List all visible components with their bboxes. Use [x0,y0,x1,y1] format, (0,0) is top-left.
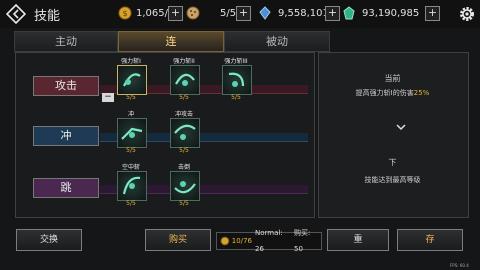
air-slash-icon [122,176,141,195]
cookie-icon [186,6,200,20]
knockdown-icon [174,181,196,194]
category-dash: 冲 [33,126,99,146]
reset-button[interactable]: 重 [327,229,389,251]
add-crystal-button[interactable]: + [325,6,340,21]
skill-point-count: 10/76 [231,237,252,245]
skill-count: 5/5 [179,147,189,154]
page-title: 技能 [34,9,61,24]
fps-counter: FPS: 60.4 [450,263,469,268]
skill-slot-air-slash[interactable] [117,171,147,201]
buy-count: 购买: 50 [294,229,311,253]
resource-crystal-value: 9,558,101 [278,7,329,19]
current-effect-value: 25% [413,89,430,97]
tab-active[interactable]: 主动 [14,31,118,52]
skill-slot-power-slash-2[interactable] [170,65,200,95]
skill-count: 5/5 [231,94,241,101]
skill-slot-power-slash-3[interactable] [222,65,252,95]
back-diamond-icon [5,3,27,25]
resource-gem: 93,190,985 [342,4,419,22]
skill-count: 5/5 [126,147,136,154]
skill-point-status: 10/76 Normal: 26 购买: 50 [216,229,322,253]
slash-icon [123,73,141,87]
current-level-label: 当前 [384,74,401,83]
save-button[interactable]: 存 [397,229,463,251]
skill-point-icon [220,236,230,246]
dash-attack-icon [174,124,196,140]
skill-name: 强力斩I [121,58,141,65]
tab-passive[interactable]: 被动 [224,31,330,52]
skill-name: 强力斩III [224,58,248,65]
dash-icon [121,127,143,140]
next-level-label: 下 [388,158,397,167]
resource-gem-value: 93,190,985 [362,7,420,19]
skill-name: 空中斩 [121,164,140,171]
add-gold-button[interactable]: + [168,6,183,21]
slash-icon [175,73,195,86]
skill-slot-knockdown[interactable] [170,171,200,201]
skill-count: 5/5 [126,94,136,101]
current-effect-text: 提高强力斩I的伤害 [355,89,414,97]
collapse-button[interactable]: − [102,93,114,102]
resource-crystal: 9,558,101 [258,4,329,22]
current-effect: 提高强力斩I的伤害25% [318,88,467,98]
skill-name: 冲攻击 [174,111,193,118]
back-button[interactable] [5,3,27,25]
skill-slot-dash-attack[interactable] [170,118,200,148]
add-gem-button[interactable]: + [425,6,440,21]
normal-count: Normal: 26 [254,229,283,253]
skill-count: 5/5 [126,200,136,207]
svg-text:$: $ [122,9,127,18]
chevron-down-icon [396,124,406,131]
skill-name: 冲 [127,111,134,118]
resource-stamina-value: 5/5 [220,7,237,19]
skill-slot-dash[interactable] [117,118,147,148]
tab-combo[interactable]: 连 [118,31,224,52]
skill-slot-power-slash-1[interactable] [117,65,147,95]
next-effect-text: 技能达到最高等级 [364,176,421,184]
green-gem-icon [343,6,355,20]
skill-name: 强力斩II [173,58,195,65]
slash-icon [228,72,245,87]
category-attack: 攻击 [33,76,99,96]
add-stamina-button[interactable]: + [236,6,251,21]
gold-coin-icon: $ [118,6,132,20]
settings-button[interactable] [458,5,476,23]
exchange-button[interactable]: 交换 [16,229,82,251]
blue-crystal-icon [259,6,271,20]
gear-icon [460,7,474,21]
buy-button[interactable]: 购买 [145,229,211,251]
skill-name: 击倒 [177,164,190,171]
category-jump: 跳 [33,178,99,198]
resource-stamina: 5/5 [186,4,236,22]
skill-count: 5/5 [179,200,189,207]
skill-count: 5/5 [179,94,189,101]
